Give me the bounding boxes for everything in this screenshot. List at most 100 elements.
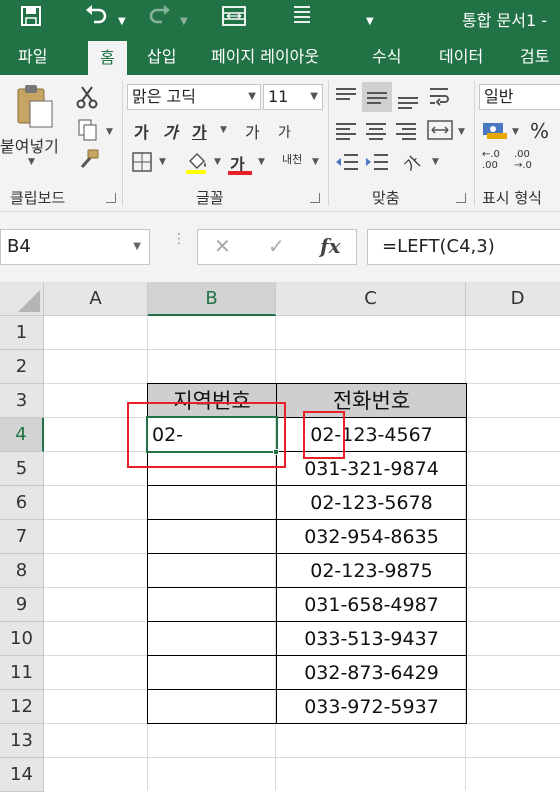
select-all-button[interactable] bbox=[0, 282, 44, 316]
font-size-select[interactable]: 11 ▼ bbox=[263, 84, 323, 110]
row-header-4[interactable]: 4 bbox=[0, 418, 44, 452]
cut-icon[interactable] bbox=[76, 85, 98, 114]
decrease-decimal-button[interactable]: .00 →.0 bbox=[514, 149, 532, 171]
cell-b9[interactable] bbox=[147, 587, 277, 622]
row-header-9[interactable]: 9 bbox=[0, 588, 44, 622]
copy-dropdown-icon[interactable]: ▼ bbox=[106, 127, 113, 137]
row-header-11[interactable]: 11 bbox=[0, 656, 44, 690]
row-header-13[interactable]: 13 bbox=[0, 724, 44, 758]
fill-handle[interactable] bbox=[273, 449, 279, 455]
cell-b4[interactable]: 02- bbox=[147, 417, 277, 452]
cell-b3[interactable]: 지역번호 bbox=[147, 383, 277, 418]
column-header-b[interactable]: B bbox=[148, 282, 276, 316]
row-header-5[interactable]: 5 bbox=[0, 452, 44, 486]
increase-decimal-button[interactable]: ←.0 .00 bbox=[482, 149, 500, 171]
align-left-button[interactable] bbox=[334, 119, 360, 143]
wrap-text-icon[interactable] bbox=[428, 85, 452, 114]
number-format-select[interactable]: 일반 bbox=[479, 84, 560, 110]
accounting-dropdown-icon[interactable]: ▼ bbox=[512, 127, 519, 137]
fill-color-dropdown-icon[interactable]: ▼ bbox=[214, 157, 221, 167]
underline-dropdown-icon[interactable]: ▼ bbox=[220, 125, 227, 135]
cell-b8[interactable] bbox=[147, 553, 277, 588]
tab-data[interactable]: 데이터 bbox=[439, 37, 483, 75]
paste-button-label[interactable]: 붙여넣기 bbox=[0, 133, 59, 157]
clipboard-launcher-icon[interactable] bbox=[106, 193, 116, 203]
tab-insert[interactable]: 삽입 bbox=[147, 37, 176, 75]
accounting-format-icon[interactable] bbox=[482, 119, 508, 146]
phonetic-button[interactable]: 내천 bbox=[282, 151, 302, 167]
customize-qat-icon[interactable]: ▼ bbox=[366, 9, 374, 35]
bold-button[interactable]: 가 bbox=[134, 119, 149, 143]
decrease-indent-icon[interactable] bbox=[334, 151, 360, 178]
cell-b5[interactable] bbox=[147, 451, 277, 486]
underline-button[interactable]: 가 bbox=[192, 119, 207, 143]
tab-file[interactable]: 파일 bbox=[18, 37, 47, 75]
alignment-launcher-icon[interactable] bbox=[456, 193, 466, 203]
format-painter-icon[interactable] bbox=[78, 149, 100, 176]
merge-center-icon[interactable] bbox=[222, 4, 246, 34]
orientation-dropdown-icon[interactable]: ▼ bbox=[432, 157, 439, 167]
orientation-button[interactable]: 가 bbox=[398, 149, 425, 176]
row-header-7[interactable]: 7 bbox=[0, 520, 44, 554]
row-header-10[interactable]: 10 bbox=[0, 622, 44, 656]
undo-icon[interactable] bbox=[84, 4, 108, 32]
align-right-button[interactable] bbox=[394, 119, 420, 143]
shrink-font-button[interactable]: 가 bbox=[278, 122, 291, 142]
row-header-6[interactable]: 6 bbox=[0, 486, 44, 520]
cell-b10[interactable] bbox=[147, 621, 277, 656]
row-header-14[interactable]: 14 bbox=[0, 758, 44, 792]
insert-function-icon[interactable]: fx bbox=[320, 234, 341, 258]
cell-b6[interactable] bbox=[147, 485, 277, 520]
name-box[interactable]: B4 ▼ bbox=[0, 229, 150, 265]
cell-c11[interactable]: 032-873-6429 bbox=[276, 655, 467, 690]
row-header-8[interactable]: 8 bbox=[0, 554, 44, 588]
save-icon[interactable] bbox=[20, 5, 42, 33]
formula-input[interactable]: =LEFT(C4,3) bbox=[367, 229, 560, 265]
phonetic-dropdown-icon[interactable]: ▼ bbox=[312, 157, 319, 167]
align-top-button[interactable] bbox=[334, 85, 360, 109]
cancel-icon[interactable]: ✕ bbox=[214, 234, 231, 258]
percent-button[interactable]: % bbox=[530, 119, 549, 143]
cell-c9[interactable]: 031-658-4987 bbox=[276, 587, 467, 622]
cell-b11[interactable] bbox=[147, 655, 277, 690]
align-bottom-button[interactable] bbox=[396, 85, 422, 109]
grow-font-button[interactable]: 가 bbox=[245, 119, 260, 143]
cell-c7[interactable]: 032-954-8635 bbox=[276, 519, 467, 554]
tab-page-layout[interactable]: 페이지 레이아웃 bbox=[211, 37, 319, 75]
border-icon[interactable] bbox=[131, 151, 153, 178]
tab-home[interactable]: 홈 bbox=[88, 41, 127, 75]
row-header-12[interactable]: 12 bbox=[0, 690, 44, 724]
increase-indent-icon[interactable] bbox=[364, 151, 390, 178]
copy-icon[interactable] bbox=[78, 119, 98, 146]
align-center-button[interactable] bbox=[364, 119, 390, 143]
align-middle-button[interactable] bbox=[362, 82, 392, 112]
row-header-2[interactable]: 2 bbox=[0, 350, 44, 384]
italic-button[interactable]: 가 bbox=[163, 119, 178, 143]
cell-c5[interactable]: 031-321-9874 bbox=[276, 451, 467, 486]
column-header-a[interactable]: A bbox=[44, 282, 148, 316]
merge-cells-icon[interactable] bbox=[427, 119, 453, 146]
cell-c6[interactable]: 02-123-5678 bbox=[276, 485, 467, 520]
paste-icon[interactable] bbox=[14, 83, 54, 134]
cell-c10[interactable]: 033-513-9437 bbox=[276, 621, 467, 656]
column-header-d[interactable]: D bbox=[466, 282, 560, 316]
paste-dropdown-icon[interactable]: ▼ bbox=[28, 157, 35, 167]
tab-formulas[interactable]: 수식 bbox=[372, 37, 401, 75]
column-header-c[interactable]: C bbox=[276, 282, 466, 316]
cell-c12[interactable]: 033-972-5937 bbox=[276, 689, 467, 724]
cell-c3[interactable]: 전화번호 bbox=[276, 383, 467, 418]
enter-icon[interactable]: ✓ bbox=[268, 234, 285, 258]
cell-c8[interactable]: 02-123-9875 bbox=[276, 553, 467, 588]
font-color-dropdown-icon[interactable]: ▼ bbox=[258, 157, 265, 167]
cell-c4[interactable]: 02-123-4567 bbox=[276, 417, 467, 452]
cell-b7[interactable] bbox=[147, 519, 277, 554]
font-name-select[interactable]: 맑은 고딕 ▼ bbox=[127, 84, 261, 110]
fill-color-icon[interactable] bbox=[184, 149, 210, 180]
undo-dropdown-icon[interactable]: ▼ bbox=[118, 9, 126, 35]
border-dropdown-icon[interactable]: ▼ bbox=[159, 157, 166, 167]
merge-dropdown-icon[interactable]: ▼ bbox=[458, 127, 465, 137]
tab-review[interactable]: 검토 bbox=[520, 37, 549, 75]
align-icon[interactable] bbox=[292, 4, 312, 32]
row-header-1[interactable]: 1 bbox=[0, 316, 44, 350]
font-launcher-icon[interactable] bbox=[310, 193, 320, 203]
